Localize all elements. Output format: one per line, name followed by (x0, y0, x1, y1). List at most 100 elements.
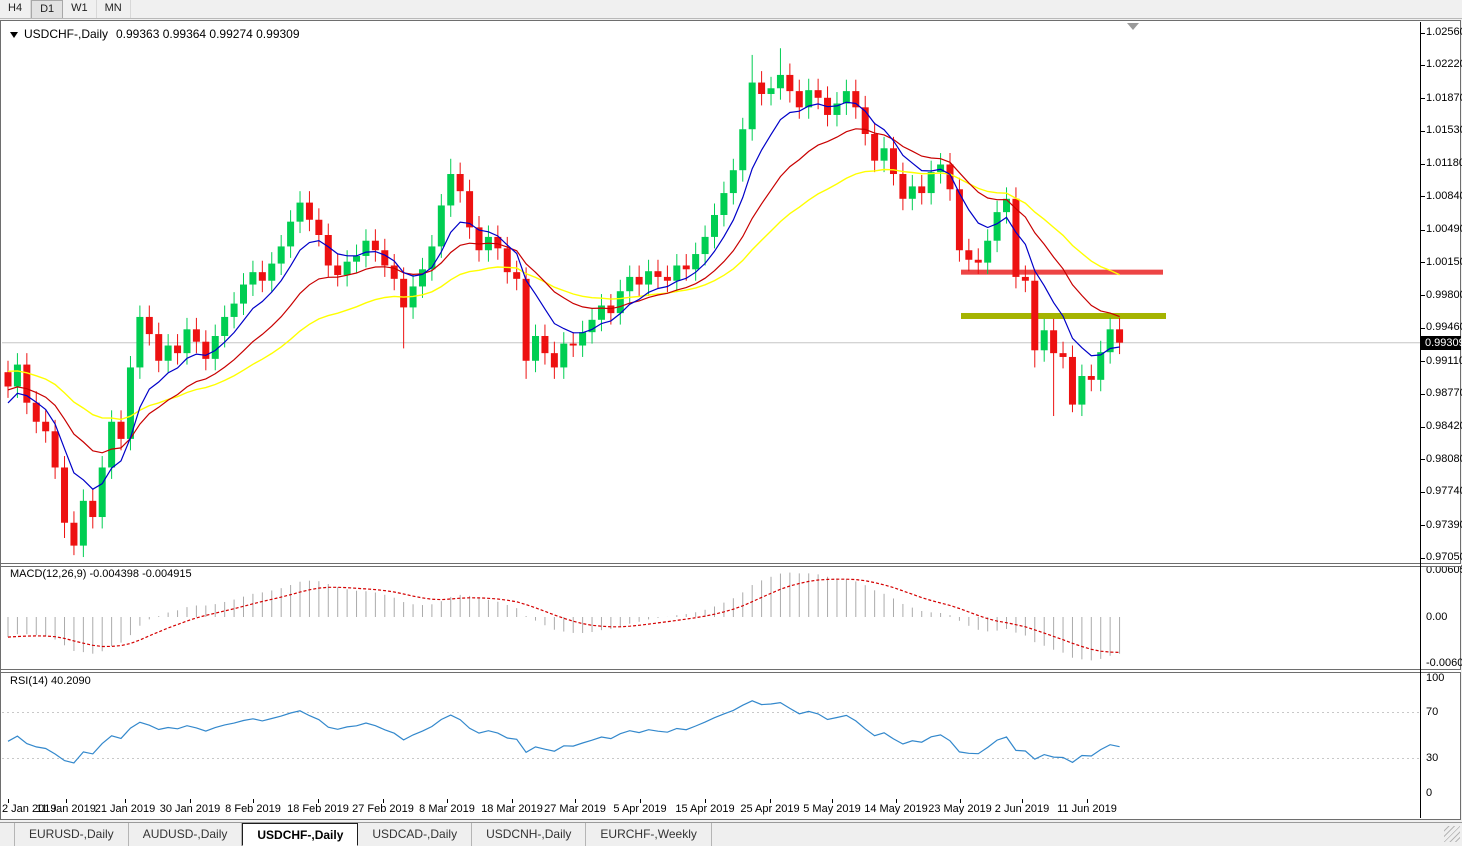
candle-body (673, 265, 680, 280)
candle-body (928, 172, 935, 193)
candle-body (108, 422, 115, 468)
chart-canvas[interactable] (0, 0, 1462, 846)
ma-fast-line (8, 102, 1120, 489)
candle-body (504, 248, 511, 272)
candle-body (683, 265, 690, 269)
candle-body (240, 285, 247, 304)
candle-body (720, 193, 727, 215)
ma-slow-line (8, 170, 1120, 420)
candle-body (541, 336, 548, 353)
candle-body (99, 467, 106, 517)
candle-body (89, 501, 96, 517)
candle-body (202, 342, 209, 359)
candle-body (70, 523, 77, 546)
candle-body (965, 250, 972, 260)
candle-body (61, 467, 68, 522)
candle-body (513, 272, 520, 279)
candle-body (758, 83, 765, 94)
candle-body (617, 291, 624, 313)
candle-body (428, 246, 435, 269)
candle-body (711, 215, 718, 237)
candle-body (80, 501, 87, 546)
candle-body (372, 241, 379, 251)
candle-body (551, 353, 558, 367)
candle-body (947, 164, 954, 189)
candle-body (118, 422, 125, 439)
candle-body (52, 431, 59, 467)
chart-dropdown-icon[interactable] (10, 32, 18, 38)
candle-body (1022, 277, 1029, 281)
candle-body (400, 279, 407, 308)
candle-body (5, 372, 12, 386)
candle-body (1097, 352, 1104, 380)
candle-body (626, 277, 633, 291)
drawn-levels (961, 270, 1166, 319)
candle-body (692, 254, 699, 269)
candle-body (636, 277, 643, 285)
candle-body (174, 346, 181, 354)
candle-body (1041, 330, 1048, 350)
candle-body (42, 422, 49, 432)
candle-body (664, 277, 671, 281)
macd-signal-line (8, 579, 1120, 652)
candle-body (768, 88, 775, 94)
candle-body (353, 256, 360, 262)
candle-body (730, 170, 737, 193)
candles-layer (5, 48, 1124, 557)
candle-body (306, 203, 313, 220)
candle-body (259, 272, 266, 281)
candle-body (984, 241, 991, 263)
candle-body (278, 246, 285, 263)
chart-shift-marker-icon[interactable] (1127, 23, 1139, 30)
candle-body (805, 90, 812, 107)
candle-body (1031, 281, 1038, 351)
macd-indicator-label: MACD(12,26,9) -0.004398 -0.004915 (10, 568, 192, 580)
candle-body (165, 346, 172, 361)
rsi-line (8, 701, 1120, 763)
candle-body (315, 220, 322, 235)
candle-body (1060, 353, 1067, 357)
candle-body (193, 329, 200, 341)
candle-body (994, 212, 1001, 241)
panel-separator-rsi[interactable] (1, 669, 1461, 673)
trading-terminal: H4 D1 W1 MN USDCHF-,Daily0.99363 0.99364… (0, 0, 1462, 846)
candle-body (447, 174, 454, 205)
price-axis-line (1420, 22, 1421, 818)
candle-body (33, 403, 40, 422)
macd-histogram (8, 573, 1120, 661)
candle-body (325, 235, 332, 265)
candle-body (268, 264, 275, 281)
candle-body (14, 365, 21, 387)
panel-separator-macd[interactable] (1, 563, 1461, 567)
candle-body (183, 329, 190, 353)
candle-body (136, 317, 143, 367)
candle-body (532, 336, 539, 361)
candle-body (1088, 376, 1095, 380)
chart-ohlc-values: 0.99363 0.99364 0.99274 0.99309 (116, 27, 300, 41)
candle-body (297, 203, 304, 222)
candle-body (344, 262, 351, 275)
candle-body (918, 186, 925, 193)
candle-body (654, 271, 661, 277)
candle-body (334, 265, 341, 275)
candle-body (570, 344, 577, 346)
candle-body (146, 317, 153, 334)
candle-body (287, 222, 294, 247)
chart-symbol-label: USDCHF-,Daily (24, 27, 108, 41)
candle-body (871, 134, 878, 161)
candle-body (645, 271, 652, 284)
candle-body (579, 332, 586, 345)
chart-title: USDCHF-,Daily 0.99363 0.99364 0.99274 0.9… (10, 27, 300, 41)
candle-body (815, 90, 822, 98)
resistance-line[interactable] (961, 270, 1163, 275)
candle-body (1069, 357, 1076, 405)
candle-body (1116, 329, 1123, 342)
rsi-indicator-label: RSI(14) 40.2090 (10, 675, 91, 687)
candle-body (777, 75, 784, 88)
candle-body (155, 334, 162, 361)
candle-body (881, 148, 888, 160)
candle-body (212, 336, 219, 359)
candle-body (221, 317, 228, 336)
candle-body (457, 174, 464, 191)
candle-body (909, 186, 916, 198)
